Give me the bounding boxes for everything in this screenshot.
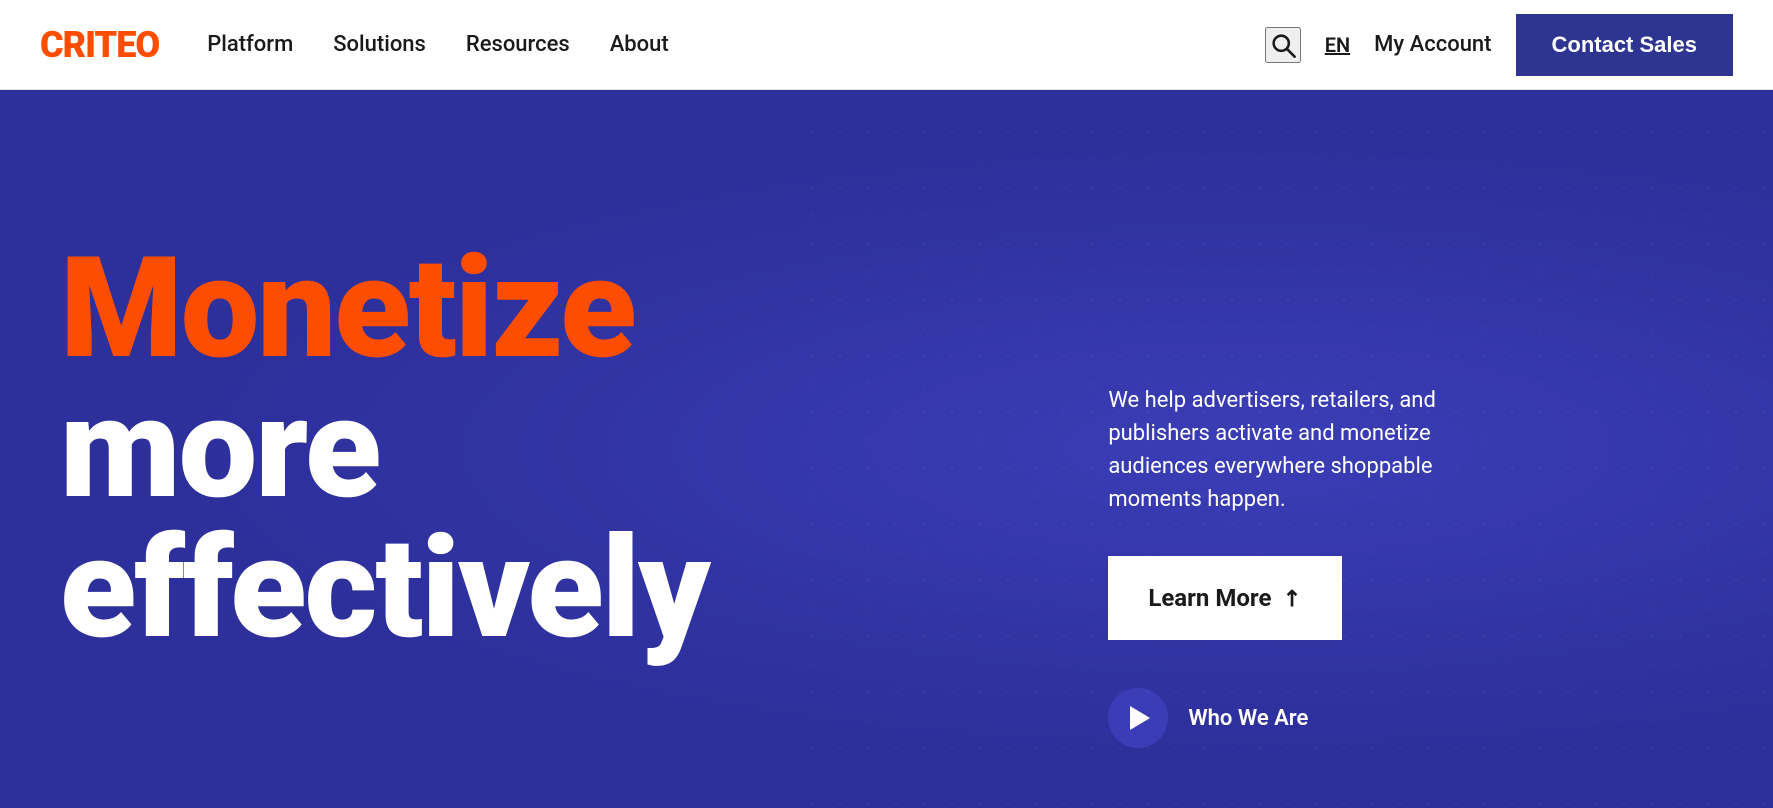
learn-more-label: Learn More bbox=[1148, 584, 1271, 612]
hero-headline: Monetize more effectively bbox=[60, 239, 1028, 659]
header-left: CRITEO Platform Solutions Resources Abou… bbox=[40, 24, 669, 66]
nav-solutions[interactable]: Solutions bbox=[333, 32, 426, 57]
search-icon bbox=[1269, 31, 1297, 59]
site-header: CRITEO Platform Solutions Resources Abou… bbox=[0, 0, 1773, 90]
nav-resources[interactable]: Resources bbox=[466, 32, 570, 57]
header-right: EN My Account Contact Sales bbox=[1265, 14, 1733, 76]
search-button[interactable] bbox=[1265, 27, 1301, 63]
nav-about[interactable]: About bbox=[610, 32, 669, 57]
main-nav: Platform Solutions Resources About bbox=[207, 32, 669, 57]
hero-left: Monetize more effectively bbox=[0, 90, 1028, 808]
my-account-link[interactable]: My Account bbox=[1374, 32, 1491, 57]
logo[interactable]: CRITEO bbox=[40, 24, 159, 66]
who-we-are-label: Who We Are bbox=[1188, 706, 1308, 731]
hero-right: We help advertisers, retailers, and publ… bbox=[1028, 90, 1773, 808]
play-button[interactable] bbox=[1108, 688, 1168, 748]
hero-headline-white-2: effectively bbox=[60, 519, 1028, 659]
language-selector[interactable]: EN bbox=[1325, 33, 1350, 57]
learn-more-button[interactable]: Learn More ↗ bbox=[1108, 556, 1342, 640]
hero-headline-orange: Monetize bbox=[60, 239, 1028, 379]
play-icon bbox=[1130, 706, 1150, 730]
who-we-are-row[interactable]: Who We Are bbox=[1108, 688, 1713, 748]
contact-sales-button[interactable]: Contact Sales bbox=[1516, 14, 1734, 76]
arrow-icon: ↗ bbox=[1277, 583, 1308, 614]
logo-text: CRITEO bbox=[40, 24, 159, 66]
nav-platform[interactable]: Platform bbox=[207, 32, 293, 57]
hero-headline-white-1: more bbox=[60, 379, 1028, 519]
hero-description: We help advertisers, retailers, and publ… bbox=[1108, 384, 1528, 516]
hero-section: Monetize more effectively We help advert… bbox=[0, 90, 1773, 808]
